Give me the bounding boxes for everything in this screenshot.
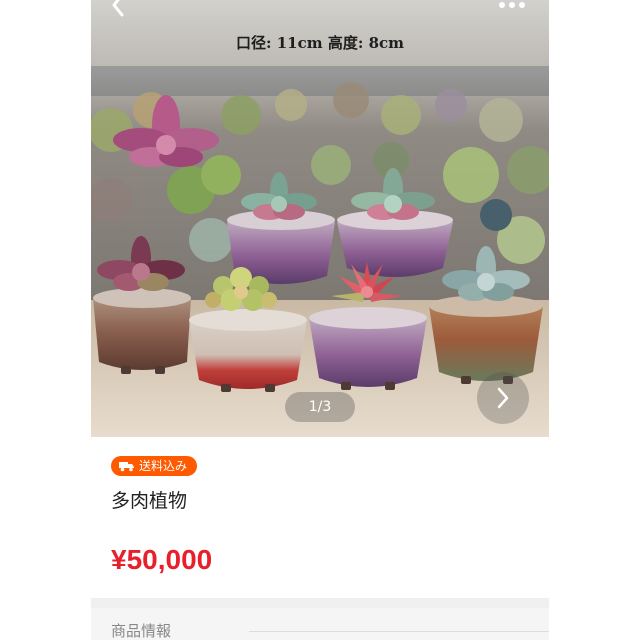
product-screen: 口径: 11cm 高度: 8cm 1/3 送料込み 多肉植物 ¥50,000 商… bbox=[91, 0, 549, 640]
image-caption: 口径: 11cm 高度: 8cm bbox=[235, 34, 405, 52]
section-title: 商品情報 bbox=[111, 622, 172, 640]
next-image-button[interactable] bbox=[477, 372, 529, 424]
product-title: 多肉植物 bbox=[111, 490, 188, 512]
chevron-left-icon bbox=[112, 0, 124, 17]
truck-icon bbox=[119, 462, 134, 472]
shipping-included-badge: 送料込み bbox=[111, 456, 198, 476]
back-button[interactable] bbox=[105, 0, 131, 18]
section-divider bbox=[91, 598, 549, 608]
product-image-gallery[interactable]: 口径: 11cm 高度: 8cm 1/3 bbox=[91, 0, 549, 437]
succulent-photo bbox=[91, 0, 549, 437]
more-dots-icon bbox=[499, 2, 525, 8]
more-options-button[interactable] bbox=[497, 0, 527, 10]
chevron-right-icon bbox=[497, 387, 509, 409]
shipping-badge-label: 送料込み bbox=[139, 459, 188, 473]
section-rule bbox=[249, 631, 549, 632]
image-counter: 1/3 bbox=[285, 392, 355, 422]
product-price: ¥50,000 bbox=[111, 544, 213, 575]
